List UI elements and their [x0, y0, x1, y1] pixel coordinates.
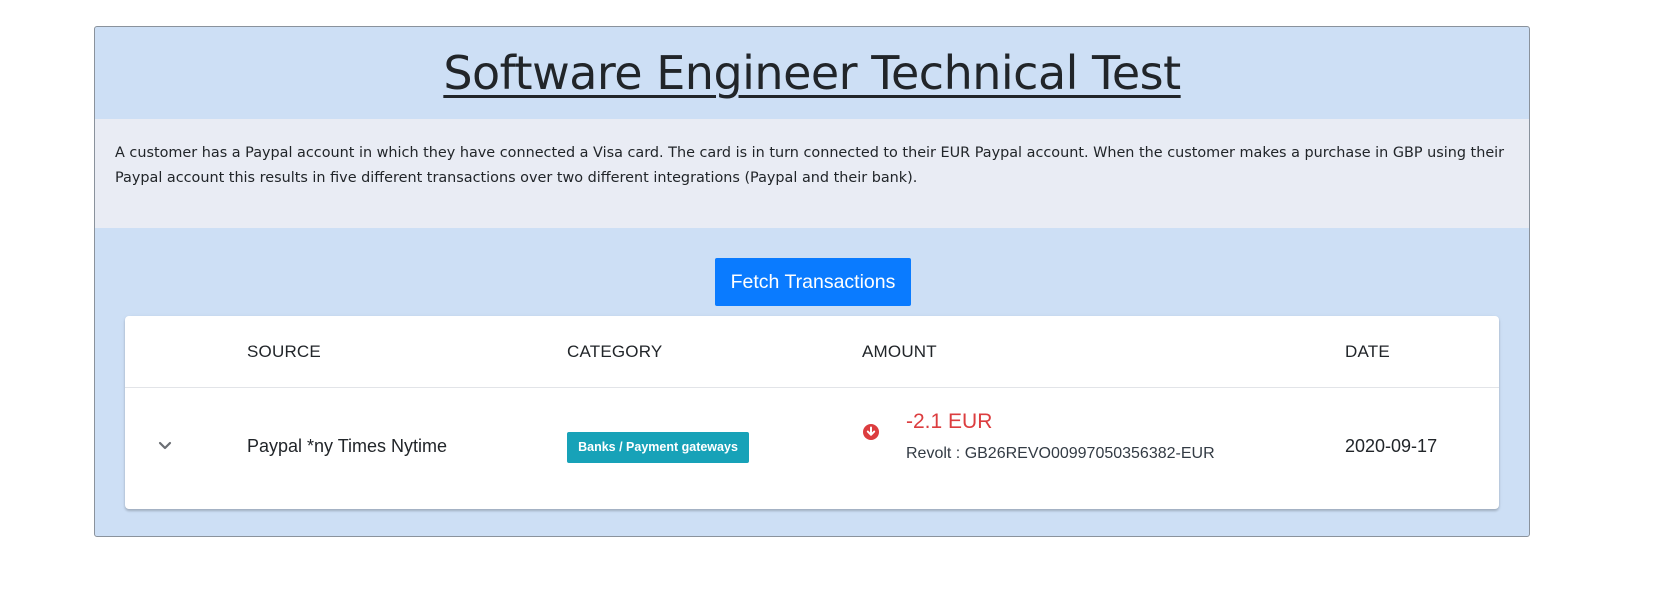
test-panel: Software Engineer Technical Test A custo… — [94, 26, 1530, 537]
column-header-date[interactable]: DATE — [1345, 342, 1390, 362]
actions-bar: Fetch Transactions — [95, 228, 1529, 314]
table-row[interactable]: Paypal *ny Times Nytime Banks / Payment … — [125, 388, 1499, 509]
description-text: A customer has a Paypal account in which… — [115, 145, 1505, 186]
category-badge: Banks / Payment gateways — [567, 432, 749, 463]
transaction-account: Revolt : GB26REVO00997050356382-EUR — [906, 445, 1215, 462]
page-title: Software Engineer Technical Test — [443, 46, 1181, 100]
title-header: Software Engineer Technical Test — [95, 27, 1529, 119]
transaction-amount: -2.1 EUR — [906, 410, 993, 433]
table-header: SOURCE CATEGORY AMOUNT DATE — [125, 316, 1499, 388]
transaction-date: 2020-09-17 — [1345, 436, 1438, 456]
transactions-table: SOURCE CATEGORY AMOUNT DATE Paypal *ny T… — [125, 316, 1499, 509]
description-section: A customer has a Paypal account in which… — [95, 119, 1529, 228]
column-header-category[interactable]: CATEGORY — [567, 342, 662, 362]
arrow-down-circle-icon — [862, 423, 880, 441]
column-header-source[interactable]: SOURCE — [247, 342, 321, 362]
column-header-amount[interactable]: AMOUNT — [862, 342, 937, 362]
fetch-transactions-button[interactable]: Fetch Transactions — [715, 258, 911, 306]
transaction-source: Paypal *ny Times Nytime — [247, 436, 448, 456]
chevron-down-icon[interactable] — [153, 434, 177, 458]
